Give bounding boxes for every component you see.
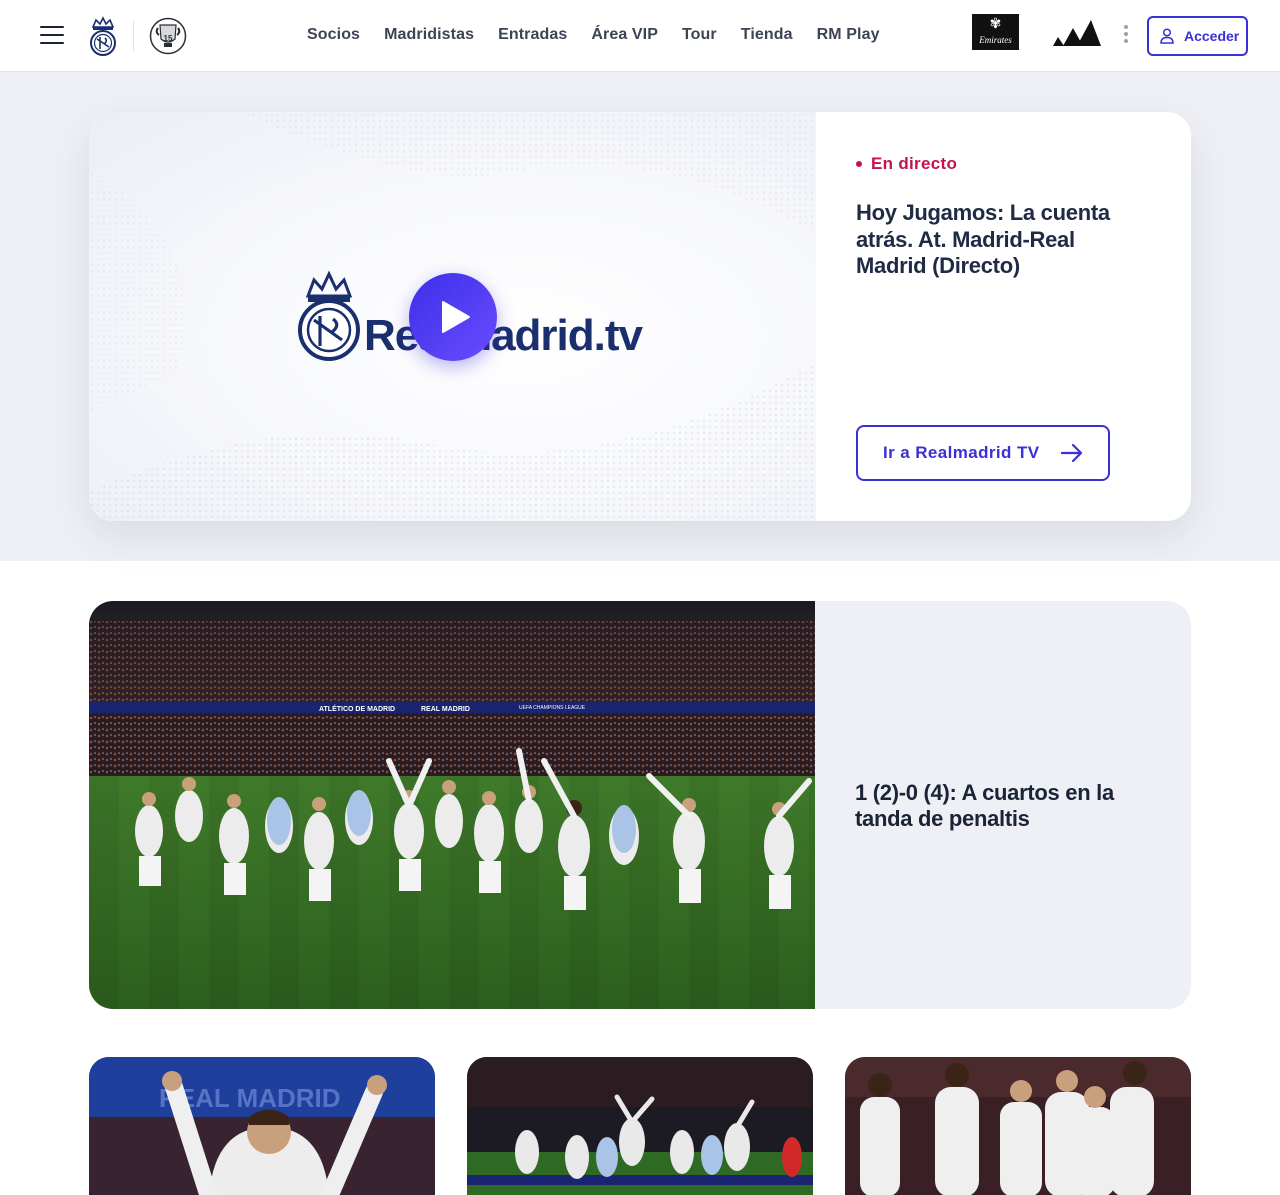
nav-item-tienda[interactable]: Tienda (741, 24, 793, 48)
live-dot-icon (856, 161, 862, 167)
play-button[interactable] (409, 273, 497, 361)
emirates-emblem-icon: ✾ (989, 17, 1002, 32)
hamburger-icon[interactable] (40, 26, 64, 46)
user-icon (1160, 28, 1174, 44)
header-divider (133, 20, 134, 52)
login-button[interactable]: Acceder (1147, 16, 1248, 56)
nav-item-madridistas[interactable]: Madridistas (384, 24, 474, 48)
go-to-rmtv-button[interactable]: Ir a Realmadrid TV (856, 425, 1110, 481)
nav-item-entradas[interactable]: Entradas (498, 24, 567, 48)
svg-text:REAL MADRID: REAL MADRID (421, 706, 470, 713)
nav-item-rm-play[interactable]: RM Play (817, 24, 880, 48)
svg-text:UEFA CHAMPIONS LEAGUE: UEFA CHAMPIONS LEAGUE (519, 705, 586, 711)
live-video-player[interactable]: Realmadrid.tv (89, 112, 816, 521)
featured-news-photo[interactable]: ATLÉTICO DE MADRID REAL MADRID UEFA CHAM… (89, 601, 815, 1009)
main-nav: Socios Madridistas Entradas Área VIP Tou… (307, 24, 880, 48)
play-icon (442, 301, 470, 333)
live-badge: En directo (856, 154, 957, 174)
nav-item-area-vip[interactable]: Área VIP (591, 24, 658, 48)
emirates-sponsor-logo[interactable]: ✾ Emirates (972, 14, 1019, 50)
nav-item-socios[interactable]: Socios (307, 24, 360, 48)
go-to-rmtv-label: Ir a Realmadrid TV (883, 443, 1040, 462)
login-button-label: Acceder (1184, 28, 1240, 44)
news-thumbnail[interactable] (845, 1057, 1191, 1195)
featured-news-card[interactable]: ATLÉTICO DE MADRID REAL MADRID UEFA CHAM… (89, 601, 1191, 1009)
real-madrid-crest-icon[interactable] (87, 15, 119, 57)
real-madrid-crest-icon (298, 270, 360, 361)
svg-text:ATLÉTICO DE MADRID: ATLÉTICO DE MADRID (319, 704, 395, 713)
news-thumbnail[interactable]: REAL MADRID (89, 1057, 435, 1195)
live-title[interactable]: Hoy Jugamos: La cuenta atrás. At. Madrid… (856, 200, 1146, 280)
nav-item-tour[interactable]: Tour (682, 24, 717, 48)
arrow-right-icon (1061, 444, 1083, 462)
featured-news-title[interactable]: 1 (2)-0 (4): A cuartos en la tanda de pe… (855, 780, 1155, 832)
live-card: Realmadrid.tv En directo Hoy Jugamos: La… (89, 112, 1191, 521)
live-info-panel: En directo Hoy Jugamos: La cuenta atrás.… (816, 112, 1191, 521)
site-header: 15 Socios Madridistas Entradas Área VIP … (0, 0, 1280, 72)
news-thumbnail[interactable] (467, 1057, 813, 1195)
kebab-icon[interactable] (1122, 25, 1130, 47)
svg-text:15: 15 (164, 34, 173, 43)
adidas-logo-icon[interactable] (1053, 18, 1101, 46)
champions-trophy-icon[interactable]: 15 (149, 17, 187, 55)
